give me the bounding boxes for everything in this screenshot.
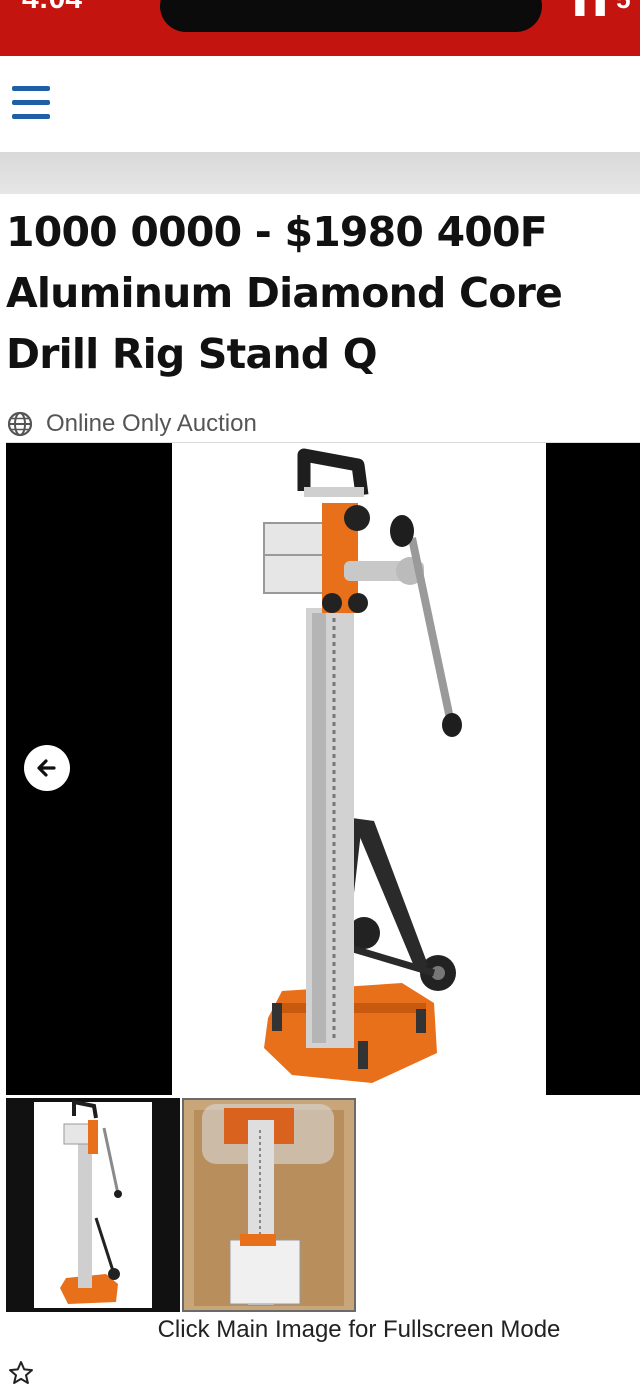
star-icon[interactable] bbox=[8, 1360, 34, 1386]
fullscreen-hint: Click Main Image for Fullscreen Mode bbox=[157, 1316, 561, 1343]
arrow-left-icon bbox=[37, 759, 56, 777]
signal-battery-indicators: ▐▐ 5 bbox=[566, 0, 633, 15]
hamburger-menu-icon[interactable] bbox=[12, 86, 50, 120]
auction-type-label: Online Only Auction bbox=[46, 410, 257, 437]
previous-image-button[interactable] bbox=[24, 745, 70, 791]
status-time: 4:04 bbox=[22, 0, 82, 16]
globe-icon bbox=[7, 411, 33, 437]
thumbnail-boxed-stand-image bbox=[184, 1100, 354, 1310]
status-bar: 4:04 ▐▐ 5 bbox=[0, 0, 640, 56]
auction-type: Online Only Auction bbox=[6, 408, 257, 440]
site-header bbox=[0, 56, 640, 152]
dynamic-island bbox=[160, 0, 542, 32]
main-image[interactable] bbox=[6, 443, 640, 1095]
header-divider-band bbox=[0, 152, 640, 194]
thumbnail-drill-stand[interactable] bbox=[6, 1098, 180, 1312]
thumbnail-drill-stand-image bbox=[34, 1099, 152, 1308]
listing-title: 1000 0000 - $1980 400F Aluminum Diamond … bbox=[6, 208, 563, 378]
drill-stand-photo bbox=[172, 443, 546, 1095]
thumbnail-drill-stand-in-box[interactable] bbox=[182, 1098, 356, 1312]
